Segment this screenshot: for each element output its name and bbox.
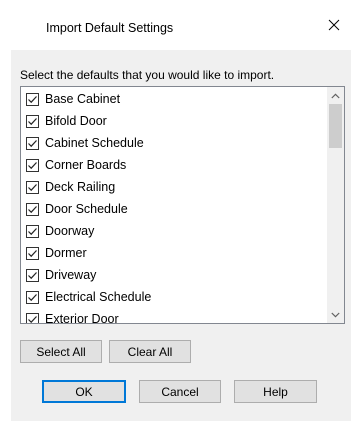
checkbox[interactable] <box>26 312 39 323</box>
vertical-scrollbar[interactable] <box>327 87 344 323</box>
list-item-exterior-door[interactable]: Exterior Door <box>21 308 323 324</box>
checkbox[interactable] <box>26 224 39 238</box>
select-all-button[interactable]: Select All <box>20 340 102 363</box>
list-item-door-schedule[interactable]: Door Schedule <box>21 198 323 220</box>
defaults-list[interactable]: Base Cabinet Bifold Door Cabinet Schedul… <box>20 86 345 324</box>
list-item-doorway[interactable]: Doorway <box>21 220 323 242</box>
cancel-button[interactable]: Cancel <box>139 380 221 403</box>
list-item-label: Cabinet Schedule <box>45 136 144 150</box>
checkmark-icon <box>28 183 37 191</box>
list-item-label: Base Cabinet <box>45 92 121 106</box>
checkmark-icon <box>28 249 37 257</box>
checkmark-icon <box>28 293 37 301</box>
list-item-deck-railing[interactable]: Deck Railing <box>21 176 323 198</box>
checkmark-icon <box>28 205 37 213</box>
checkbox[interactable] <box>26 202 39 216</box>
checkmark-icon <box>28 227 37 235</box>
list-item-label: Deck Railing <box>45 180 116 194</box>
checkbox[interactable] <box>26 246 39 260</box>
ok-button[interactable]: OK <box>42 380 126 403</box>
checkbox[interactable] <box>26 114 39 128</box>
chevron-up-icon <box>331 92 340 98</box>
import-default-settings-dialog: Import Default Settings Select the defau… <box>0 0 351 421</box>
list-item-label: Electrical Schedule <box>45 290 152 304</box>
dialog-body: Select the defaults that you would like … <box>11 50 351 421</box>
checkmark-icon <box>28 117 37 125</box>
list-item-label: Driveway <box>45 268 97 282</box>
list-item-label: Corner Boards <box>45 158 127 172</box>
checkbox[interactable] <box>26 268 39 282</box>
dialog-title: Import Default Settings <box>46 21 174 35</box>
list-item-electrical-schedule[interactable]: Electrical Schedule <box>21 286 323 308</box>
checkmark-icon <box>28 315 37 323</box>
checkbox[interactable] <box>26 136 39 150</box>
checkmark-icon <box>28 271 37 279</box>
scroll-thumb[interactable] <box>329 104 342 148</box>
clear-all-button[interactable]: Clear All <box>109 340 191 363</box>
list-item-corner-boards[interactable]: Corner Boards <box>21 154 323 176</box>
list-item-label: Dormer <box>45 246 87 260</box>
list-item-driveway[interactable]: Driveway <box>21 264 323 286</box>
scroll-up-button[interactable] <box>327 87 344 104</box>
list-item-bifold-door[interactable]: Bifold Door <box>21 110 323 132</box>
title-bar[interactable]: Import Default Settings <box>0 0 351 50</box>
instruction-label: Select the defaults that you would like … <box>20 68 275 82</box>
checkbox[interactable] <box>26 92 39 106</box>
list-item-cabinet-schedule[interactable]: Cabinet Schedule <box>21 132 323 154</box>
close-button[interactable] <box>317 10 351 40</box>
checkbox[interactable] <box>26 158 39 172</box>
close-icon <box>328 19 340 31</box>
list-item-dormer[interactable]: Dormer <box>21 242 323 264</box>
scroll-down-button[interactable] <box>327 306 344 323</box>
list-item-label: Bifold Door <box>45 114 107 128</box>
chevron-down-icon <box>331 312 340 318</box>
checkmark-icon <box>28 139 37 147</box>
list-item-label: Doorway <box>45 224 95 238</box>
checkbox[interactable] <box>26 290 39 304</box>
help-button[interactable]: Help <box>234 380 317 403</box>
list-items: Base Cabinet Bifold Door Cabinet Schedul… <box>21 88 323 324</box>
checkbox[interactable] <box>26 180 39 194</box>
list-item-label: Exterior Door <box>45 312 119 324</box>
checkmark-icon <box>28 95 37 103</box>
list-item-label: Door Schedule <box>45 202 128 216</box>
list-item-base-cabinet[interactable]: Base Cabinet <box>21 88 323 110</box>
checkmark-icon <box>28 161 37 169</box>
